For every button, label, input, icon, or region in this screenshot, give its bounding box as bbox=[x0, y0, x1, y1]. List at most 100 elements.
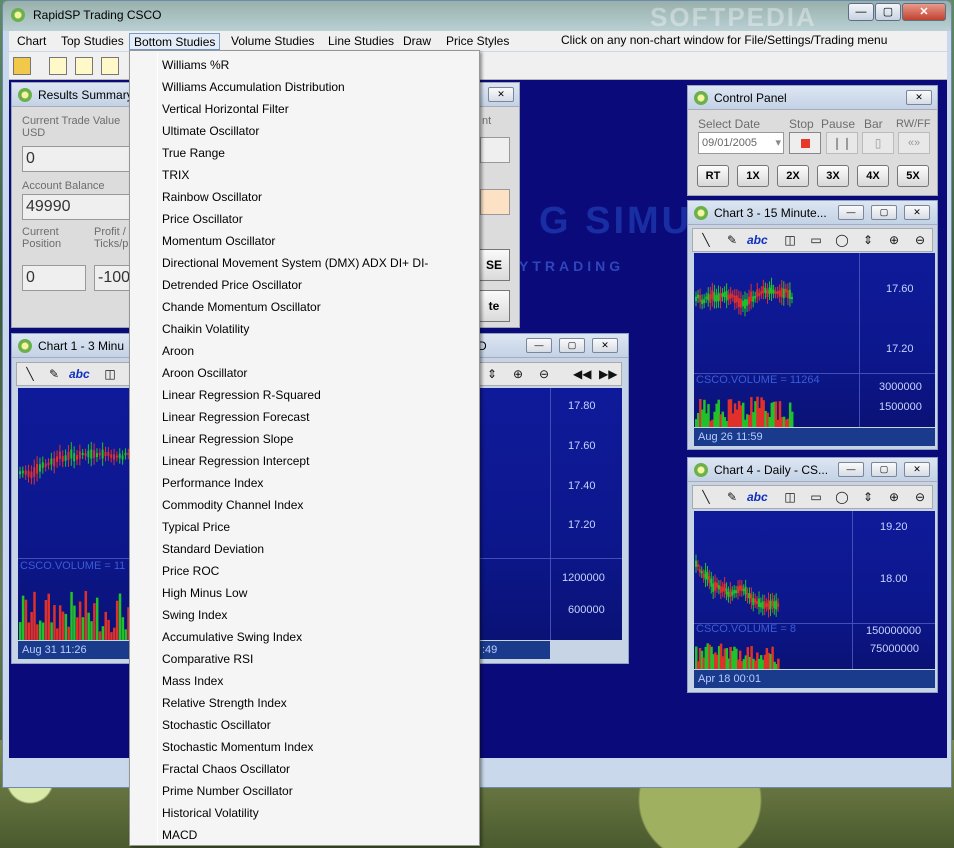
chart4-minimize-button[interactable]: — bbox=[838, 462, 864, 477]
ellipse-tool-icon[interactable]: ◯ bbox=[833, 489, 851, 505]
execute-button[interactable]: te bbox=[478, 290, 510, 322]
menu-item-trix[interactable]: TRIX bbox=[130, 164, 479, 186]
date-picker[interactable]: 09/01/2005 ▾ bbox=[698, 132, 784, 154]
menu-item-comparative-rsi[interactable]: Comparative RSI bbox=[130, 648, 479, 670]
menu-item-price-oscillator[interactable]: Price Oscillator bbox=[130, 208, 479, 230]
menu-item-linear-regression-intercept[interactable]: Linear Regression Intercept bbox=[130, 450, 479, 472]
speed-3x-button[interactable]: 3X bbox=[817, 165, 849, 187]
print-preview-icon[interactable] bbox=[75, 57, 93, 75]
menu-item-stochastic-momentum-index[interactable]: Stochastic Momentum Index bbox=[130, 736, 479, 758]
chart4-zoom-out-icon[interactable]: ⊖ bbox=[911, 489, 929, 505]
fib-tool-icon[interactable]: ◫ bbox=[781, 489, 799, 505]
menu-item-williams-accumulation-distribution[interactable]: Williams Accumulation Distribution bbox=[130, 76, 479, 98]
menu-item-linear-regression-slope[interactable]: Linear Regression Slope bbox=[130, 428, 479, 450]
text-tool-icon[interactable]: abc bbox=[747, 232, 768, 248]
menu-item-performance-index[interactable]: Performance Index bbox=[130, 472, 479, 494]
menu-item-chaikin-volatility[interactable]: Chaikin Volatility bbox=[130, 318, 479, 340]
chart1-scroll-left-icon[interactable]: ◀◀ bbox=[573, 366, 591, 382]
rwff-button[interactable]: «» bbox=[898, 132, 930, 154]
close-position-button[interactable]: SE bbox=[478, 249, 510, 281]
ellipse-tool-icon[interactable]: ◯ bbox=[833, 232, 851, 248]
bar-button[interactable]: ▯ bbox=[862, 132, 894, 154]
chart3-scale-icon[interactable]: ⇕ bbox=[859, 232, 877, 248]
text-tool-icon[interactable]: abc bbox=[747, 489, 768, 505]
results-close-button[interactable]: ✕ bbox=[488, 87, 514, 102]
menu-item-rainbow-oscillator[interactable]: Rainbow Oscillator bbox=[130, 186, 479, 208]
menu-item-williams-r[interactable]: Williams %R bbox=[130, 54, 479, 76]
text-tool-icon[interactable]: abc bbox=[69, 366, 90, 382]
rectangle-tool-icon[interactable]: ▭ bbox=[807, 489, 825, 505]
chart1-close-button[interactable]: ✕ bbox=[592, 338, 618, 353]
menu-line-studies[interactable]: Line Studies bbox=[324, 33, 398, 50]
menu-item-detrended-price-oscillator[interactable]: Detrended Price Oscillator bbox=[130, 274, 479, 296]
menu-item-relative-strength-index[interactable]: Relative Strength Index bbox=[130, 692, 479, 714]
menu-draw[interactable]: Draw bbox=[399, 33, 435, 50]
menu-item-macd[interactable]: MACD bbox=[130, 824, 479, 846]
menu-item-commodity-channel-index[interactable]: Commodity Channel Index bbox=[130, 494, 479, 516]
menu-item-prime-number-oscillator[interactable]: Prime Number Oscillator bbox=[130, 780, 479, 802]
fib-tool-icon[interactable]: ◫ bbox=[781, 232, 799, 248]
menu-item-linear-regression-r-squared[interactable]: Linear Regression R-Squared bbox=[130, 384, 479, 406]
chart4-zoom-in-icon[interactable]: ⊕ bbox=[885, 489, 903, 505]
fib-tool-icon[interactable]: ◫ bbox=[101, 366, 119, 382]
chart4-scale-icon[interactable]: ⇕ bbox=[859, 489, 877, 505]
maximize-button[interactable]: ▢ bbox=[875, 3, 901, 21]
menu-item-aroon[interactable]: Aroon bbox=[130, 340, 479, 362]
menu-item-high-minus-low[interactable]: High Minus Low bbox=[130, 582, 479, 604]
menu-item-vertical-horizontal-filter[interactable]: Vertical Horizontal Filter bbox=[130, 98, 479, 120]
menu-item-fractal-chaos-oscillator[interactable]: Fractal Chaos Oscillator bbox=[130, 758, 479, 780]
menu-item-price-roc[interactable]: Price ROC bbox=[130, 560, 479, 582]
open-folder-icon[interactable] bbox=[13, 57, 31, 75]
chart1-maximize-button[interactable]: ▢ bbox=[559, 338, 585, 353]
speed-4x-button[interactable]: 4X bbox=[857, 165, 889, 187]
menu-item-momentum-oscillator[interactable]: Momentum Oscillator bbox=[130, 230, 479, 252]
stop-button[interactable] bbox=[789, 132, 821, 154]
menu-top-studies[interactable]: Top Studies bbox=[57, 33, 128, 50]
menu-price-styles[interactable]: Price Styles bbox=[442, 33, 513, 50]
chart4-maximize-button[interactable]: ▢ bbox=[871, 462, 897, 477]
chart4-close-button[interactable]: ✕ bbox=[904, 462, 930, 477]
menu-item-linear-regression-forecast[interactable]: Linear Regression Forecast bbox=[130, 406, 479, 428]
menu-volume-studies[interactable]: Volume Studies bbox=[227, 33, 318, 50]
zoom-page-icon[interactable] bbox=[49, 57, 67, 75]
chart1-scale-icon[interactable]: ⇕ bbox=[483, 366, 501, 382]
pencil-tool-icon[interactable]: ✎ bbox=[45, 366, 63, 382]
menu-item-directional-movement-system-dmx-adx-di-di[interactable]: Directional Movement System (DMX) ADX DI… bbox=[130, 252, 479, 274]
speed-2x-button[interactable]: 2X bbox=[777, 165, 809, 187]
menu-item-accumulative-swing-index[interactable]: Accumulative Swing Index bbox=[130, 626, 479, 648]
menu-item-ultimate-oscillator[interactable]: Ultimate Oscillator bbox=[130, 120, 479, 142]
menu-item-chande-momentum-oscillator[interactable]: Chande Momentum Oscillator bbox=[130, 296, 479, 318]
chart1-minimize-button[interactable]: — bbox=[526, 338, 552, 353]
menu-bottom-studies[interactable]: Bottom Studies bbox=[129, 33, 221, 50]
menu-item-mass-index[interactable]: Mass Index bbox=[130, 670, 479, 692]
chart1-zoom-out-icon[interactable]: ⊖ bbox=[535, 366, 553, 382]
properties-icon[interactable] bbox=[101, 57, 119, 75]
menu-item-stochastic-oscillator[interactable]: Stochastic Oscillator bbox=[130, 714, 479, 736]
menu-item-swing-index[interactable]: Swing Index bbox=[130, 604, 479, 626]
pencil-tool-icon[interactable]: ✎ bbox=[723, 232, 741, 248]
chart3-close-button[interactable]: ✕ bbox=[904, 205, 930, 220]
speed-5x-button[interactable]: 5X bbox=[897, 165, 929, 187]
line-tool-icon[interactable]: ╲ bbox=[697, 489, 715, 505]
control-panel-close-button[interactable]: ✕ bbox=[906, 90, 932, 105]
chart1-scroll-right-icon[interactable]: ▶▶ bbox=[599, 366, 617, 382]
pause-button[interactable]: ❙❙ bbox=[826, 132, 858, 154]
chart3-zoom-out-icon[interactable]: ⊖ bbox=[911, 232, 929, 248]
menu-item-typical-price[interactable]: Typical Price bbox=[130, 516, 479, 538]
chart3-minimize-button[interactable]: — bbox=[838, 205, 864, 220]
line-tool-icon[interactable]: ╲ bbox=[697, 232, 715, 248]
menu-chart[interactable]: Chart bbox=[13, 33, 50, 50]
rectangle-tool-icon[interactable]: ▭ bbox=[807, 232, 825, 248]
chart1-zoom-in-icon[interactable]: ⊕ bbox=[509, 366, 527, 382]
chart4-plot[interactable]: 19.20 18.00 CSCO.VOLUME = 8 150000000 75… bbox=[694, 511, 935, 669]
menu-item-aroon-oscillator[interactable]: Aroon Oscillator bbox=[130, 362, 479, 384]
menu-item-historical-volatility[interactable]: Historical Volatility bbox=[130, 802, 479, 824]
minimize-button[interactable]: — bbox=[848, 3, 874, 21]
chart3-plot[interactable]: 17.60 17.20 CSCO.VOLUME = 11264 3000000 … bbox=[694, 253, 935, 427]
chart3-zoom-in-icon[interactable]: ⊕ bbox=[885, 232, 903, 248]
speed-1x-button[interactable]: 1X bbox=[737, 165, 769, 187]
pencil-tool-icon[interactable]: ✎ bbox=[723, 489, 741, 505]
line-tool-icon[interactable]: ╲ bbox=[21, 366, 39, 382]
chart3-maximize-button[interactable]: ▢ bbox=[871, 205, 897, 220]
speed-rt-button[interactable]: RT bbox=[697, 165, 729, 187]
